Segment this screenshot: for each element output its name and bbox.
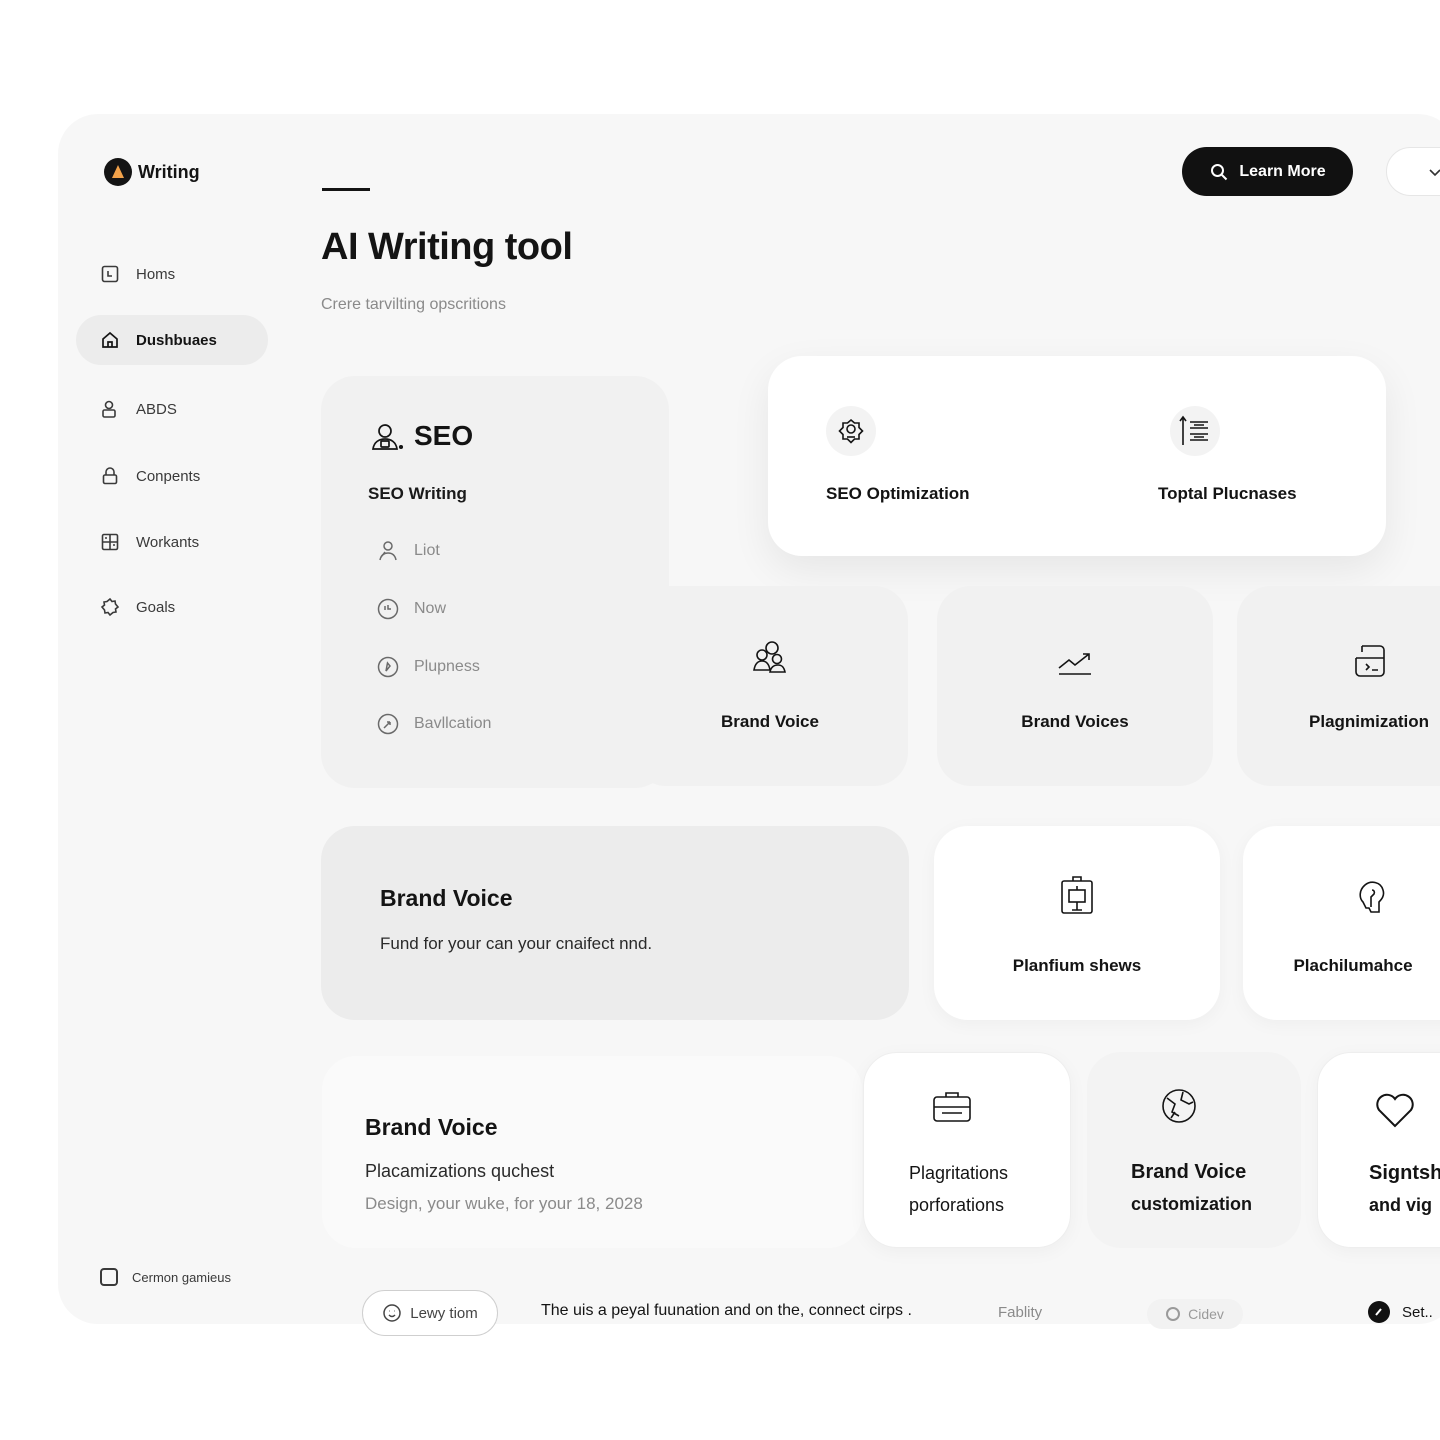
sidebar-item-label: Dushbuaes <box>136 331 217 349</box>
home-icon <box>100 330 120 350</box>
brand-voice-card-description: Fund for your can your cnaifect nnd. <box>380 934 653 953</box>
circle-icon <box>1166 1307 1181 1321</box>
feature-label: Toptal Plucnases <box>1158 484 1297 503</box>
briefcase-icon <box>928 1083 976 1131</box>
status-pill[interactable]: Cidev <box>1147 1299 1243 1329</box>
filter-chip-label: Lewy tiom <box>410 1304 478 1322</box>
footer-option-label: Cermon gamieus <box>132 1269 231 1285</box>
seo-list-item[interactable]: Bavllcation <box>376 712 491 736</box>
head-icon <box>1349 872 1397 920</box>
brand-voice-details-title: Brand Voice <box>365 1114 498 1140</box>
lock-icon <box>100 466 120 486</box>
sidebar-item-label: ABDS <box>136 400 177 418</box>
sidebar-item-conpents[interactable]: Conpents <box>76 451 268 501</box>
brand-voice-details-card[interactable] <box>322 1056 862 1248</box>
user-badge-icon <box>368 418 404 454</box>
seo-list-item[interactable]: Plupness <box>376 655 480 679</box>
list-icon <box>1170 406 1220 456</box>
seo-list-item[interactable]: Now <box>376 597 446 621</box>
smiley-icon <box>382 1303 402 1323</box>
inbox-icon <box>100 264 120 284</box>
sidebar-item-dushbuaes[interactable]: Dushbuaes <box>76 315 268 365</box>
board-icon <box>1053 872 1101 920</box>
learn-more-label: Learn More <box>1239 162 1326 180</box>
feature-label: SEO Optimization <box>826 484 970 503</box>
seo-card-title: SEO <box>414 420 474 451</box>
seo-card-subtitle: SEO Writing <box>368 484 467 503</box>
sidebar-item-abds[interactable]: ABDS <box>76 384 268 434</box>
feature-seo-optimization[interactable]: SEO Optimization <box>826 406 970 504</box>
seo-list-item-label: Now <box>414 600 447 617</box>
footer-option[interactable]: Cermon gamieus <box>100 1268 231 1286</box>
tile-signtsh[interactable]: Signtsh and vig <box>1317 1052 1440 1248</box>
status-label: Fablity <box>998 1304 1043 1321</box>
set-button[interactable]: Set.. <box>1368 1301 1433 1323</box>
tile-label-line1: Brand Voice <box>1131 1161 1247 1183</box>
tile-label: Plachilumahce <box>1293 956 1413 975</box>
filter-chip[interactable]: Lewy tiom <box>362 1290 498 1336</box>
tile-label-line2: and vig <box>1369 1195 1433 1215</box>
sidebar-item-goals[interactable]: Goals <box>76 582 268 632</box>
search-icon <box>1209 162 1229 182</box>
user-lock-icon <box>100 399 120 419</box>
sidebar-item-label: Homs <box>136 265 176 283</box>
seo-list-item-label: Plupness <box>414 658 480 675</box>
checkbox[interactable] <box>100 1268 118 1286</box>
brand[interactable]: Writing <box>104 158 200 186</box>
feature-toptal-plucnases[interactable]: Toptal Plucnases <box>1158 406 1297 504</box>
sidebar-item-label: Conpents <box>136 467 201 485</box>
tile-label-line1: Signtsh <box>1369 1162 1440 1184</box>
tile-brand-voices[interactable]: Brand Voices <box>937 586 1213 786</box>
compass-icon <box>376 655 400 679</box>
brand-voice-card-title: Brand Voice <box>380 885 513 911</box>
seo-list-item[interactable]: Liot <box>376 539 440 563</box>
tile-planfium-shews[interactable]: Planfium shews <box>934 826 1220 1020</box>
brand-voice-details-meta: Design, your wuke, for your 18, 2028 <box>365 1194 643 1213</box>
set-button-label: Set.. <box>1402 1303 1433 1321</box>
tile-plagnimization[interactable]: Plagnimization <box>1237 586 1440 786</box>
tile-label: Plagnimization <box>1309 712 1429 731</box>
heart-icon <box>1372 1087 1418 1133</box>
tile-plachilumahce[interactable]: Plachilumahce <box>1243 826 1440 1020</box>
people-icon <box>746 638 794 686</box>
trend-icon <box>1051 638 1099 686</box>
status-message: The uis a peyal fuunation and on the, co… <box>541 1302 912 1319</box>
person-icon <box>376 539 400 563</box>
tile-label: Brand Voice <box>721 712 819 731</box>
sidebar-item-label: Goals <box>136 598 176 616</box>
grid-doc-icon <box>100 532 120 552</box>
seo-list-item-label: Liot <box>414 542 440 559</box>
clock-icon <box>376 597 400 621</box>
check-icon <box>1368 1301 1390 1323</box>
sidebar-item-homs[interactable]: Homs <box>76 249 268 299</box>
sidebar-item-workants[interactable]: Workants <box>76 517 268 567</box>
gear-icon <box>100 597 120 617</box>
tile-label-line1: Plagritations <box>909 1163 1009 1183</box>
sidebar-item-label: Workants <box>136 533 200 551</box>
terminal-icon <box>1348 638 1396 686</box>
tile-label: Brand Voices <box>1021 712 1129 731</box>
tile-brand-voice[interactable]: Brand Voice <box>632 586 908 786</box>
tile-brand-voice-customization[interactable]: Brand Voice customization <box>1087 1052 1301 1248</box>
badge-gear-icon <box>826 406 876 456</box>
brand-voice-details-subtitle: Placamizations quchest <box>365 1161 555 1181</box>
timer-icon <box>376 712 400 736</box>
tile-label: Planfium shews <box>1012 956 1142 975</box>
account-dropdown[interactable] <box>1386 147 1440 196</box>
status-pill-label: Cidev <box>1188 1306 1224 1322</box>
learn-more-button[interactable]: Learn More <box>1182 147 1353 196</box>
title-accent-line <box>322 188 370 191</box>
seo-card-header: SEO <box>368 418 473 454</box>
brand-voice-card[interactable] <box>321 826 909 1020</box>
tile-plagritations[interactable]: Plagritations porforations <box>863 1052 1071 1248</box>
seo-list-item-label: Bavllcation <box>414 715 492 732</box>
page-title: AI Writing tool <box>321 226 573 268</box>
brand-name: Writing <box>138 161 200 182</box>
globe-icon <box>1157 1084 1201 1128</box>
page-subtitle: Crere tarvilting opscritions <box>321 296 506 313</box>
tile-label-line2: porforations <box>909 1195 1005 1215</box>
brand-logo <box>104 158 132 186</box>
tile-label-line2: customization <box>1131 1194 1253 1214</box>
